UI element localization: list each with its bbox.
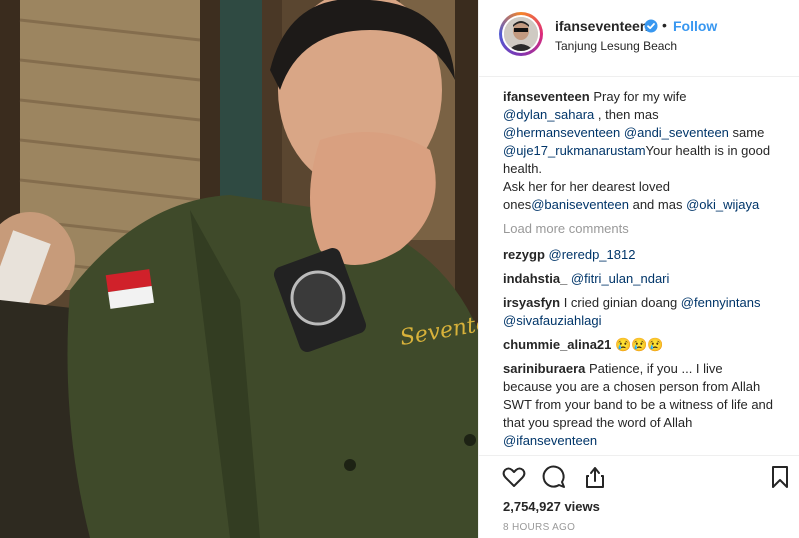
mention-link[interactable]: @ifanseventeen — [503, 433, 597, 448]
bookmark-icon[interactable] — [767, 464, 793, 490]
mention-link[interactable]: @andi_seventeen — [624, 125, 729, 140]
avatar[interactable] — [502, 15, 540, 53]
caption: ifanseventeen Pray for my wife @dylan_sa… — [503, 88, 773, 214]
share-icon[interactable] — [582, 464, 608, 490]
comment-icon[interactable] — [541, 464, 567, 490]
post-location[interactable]: Tanjung Lesung Beach — [555, 39, 677, 53]
comment-item: irsyasfyn I cried ginian doang @fennyint… — [503, 294, 773, 330]
comment-item: sariniburaera Patience, if you ... I liv… — [503, 360, 773, 450]
caption-text: , then mas — [594, 107, 659, 122]
post-details-panel: ifanseventeen • Follow Tanjung Lesung Be… — [478, 0, 799, 538]
mention-link[interactable]: @uje17_rukmanarustam — [503, 143, 646, 158]
caption-text: and mas — [628, 197, 687, 212]
post-header: ifanseventeen • Follow Tanjung Lesung Be… — [479, 0, 799, 77]
heart-icon[interactable] — [501, 464, 527, 490]
comment-username[interactable]: irsyasfyn — [503, 295, 560, 310]
mention-link[interactable]: @oki_wijaya — [686, 197, 759, 212]
comment-username[interactable]: sariniburaera — [503, 361, 585, 376]
comment-username[interactable]: rezygp — [503, 247, 545, 262]
post-video[interactable]: Seventeen — [0, 0, 478, 538]
comment-username[interactable]: chummie_alina21 — [503, 337, 611, 352]
mention-link[interactable]: @sivafauziahlagi — [503, 313, 601, 328]
mention-link[interactable]: @fitri_ulan_ndari — [571, 271, 669, 286]
mention-link[interactable]: @fennyintans — [681, 295, 761, 310]
caption-text: Pray for my wife — [589, 89, 687, 104]
comments-section: ifanseventeen Pray for my wife @dylan_sa… — [503, 88, 773, 456]
comment-text: I cried ginian doang — [560, 295, 681, 310]
video-frame: Seventeen — [0, 0, 478, 538]
mention-link[interactable]: @hermanseventeen — [503, 125, 620, 140]
load-more-comments-button[interactable]: Load more comments — [503, 220, 773, 238]
verified-badge-icon — [644, 19, 658, 33]
comment-item: indahstia_ @fitri_ulan_ndari — [503, 270, 773, 288]
comment-username[interactable]: indahstia_ — [503, 271, 567, 286]
story-ring[interactable] — [499, 12, 543, 56]
follow-button[interactable]: Follow — [673, 18, 717, 34]
action-bar: 2,754,927 views 8 HOURS AGO — [479, 455, 799, 538]
post-timestamp[interactable]: 8 HOURS AGO — [503, 522, 575, 533]
view-count[interactable]: 2,754,927 views — [503, 499, 600, 514]
comment-item: chummie_alina21 😢😢😢 — [503, 336, 773, 354]
mention-link[interactable]: @baniseventeen — [531, 197, 629, 212]
avatar-image — [504, 17, 538, 51]
mention-link[interactable]: @reredp_1812 — [549, 247, 636, 262]
separator-dot: • — [662, 17, 667, 33]
caption-username[interactable]: ifanseventeen — [503, 89, 590, 104]
comment-text: 😢😢😢 — [611, 337, 664, 352]
post-username[interactable]: ifanseventeen — [555, 18, 648, 34]
comment-item: rezygp @reredp_1812 — [503, 246, 773, 264]
mention-link[interactable]: @dylan_sahara — [503, 107, 594, 122]
caption-text: same — [728, 125, 765, 140]
